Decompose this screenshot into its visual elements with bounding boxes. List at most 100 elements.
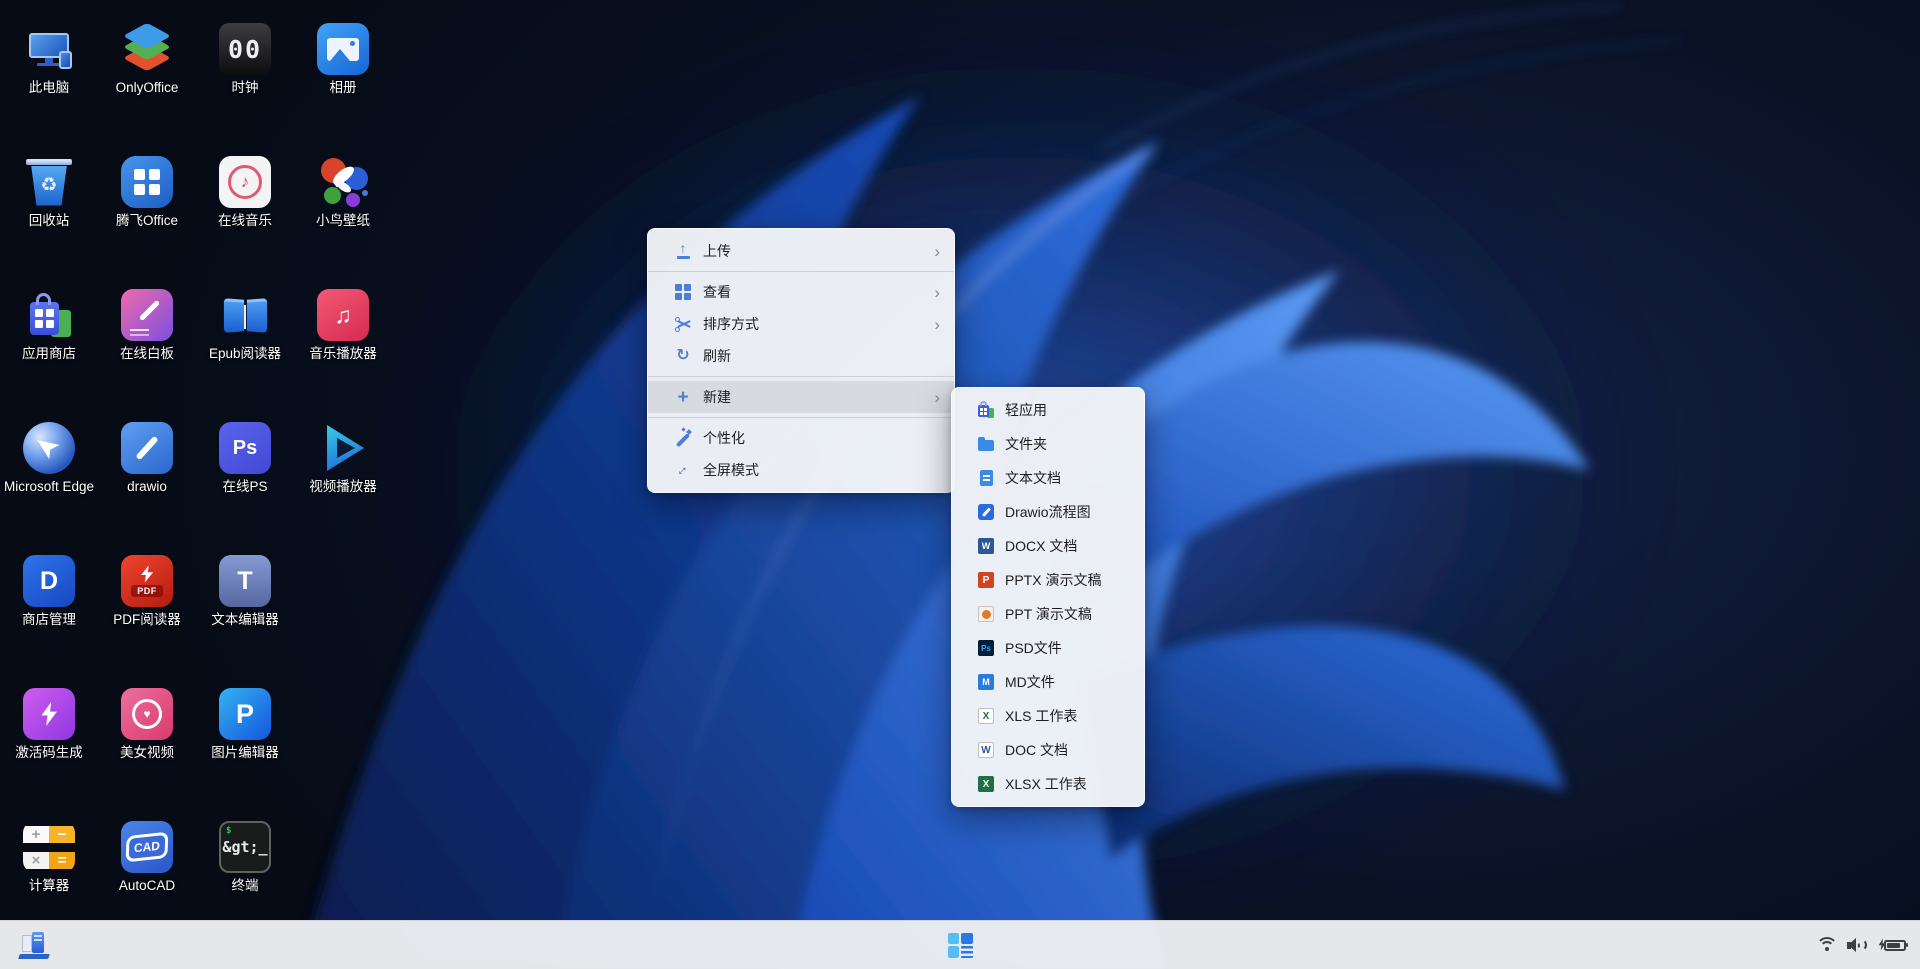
activation-code-gen-icon [23,688,75,740]
menu-item-sort-by[interactable]: 排序方式› [648,308,954,340]
chevron-right-icon: › [934,284,944,301]
menu-item-new[interactable]: +新建› [648,381,954,413]
desktop-icon-text-editor[interactable]: T文本编辑器 [197,555,293,628]
desktop-icon-label: 商店管理 [22,612,76,628]
chevron-right-icon: › [934,389,944,406]
desktop-icon-label: 回收站 [29,213,70,229]
wifi-icon[interactable] [1816,930,1838,960]
desktop-icon-microsoft-edge[interactable]: Microsoft Edge [1,422,97,495]
desktop-icon-epub-reader[interactable]: Epub阅读器 [197,289,293,362]
menu-item-upload[interactable]: ↑上传› [648,235,954,267]
submenu-item-xlsx-sheet[interactable]: XXLSX 工作表 [952,767,1144,801]
page-icon [976,469,996,487]
desktop-icon-music-player[interactable]: ♫音乐播放器 [295,289,391,362]
desktop-icon-activation-code-gen[interactable]: 激活码生成 [1,688,97,761]
submenu-item-label: PPT 演示文稿 [1005,604,1092,624]
grid-icon [673,284,693,300]
submenu-item-folder[interactable]: 文件夹 [952,427,1144,461]
desktop-icon-clock[interactable]: 00 时钟 [197,23,293,96]
submenu-item-xls-sheet[interactable]: XXLS 工作表 [952,699,1144,733]
desktop-icon-label: 应用商店 [22,346,76,362]
desktop-screen: 此电脑 OnlyOffice 00 时钟 相册 ♻回收站腾飞Office ♪ 在线音乐 小鸟壁纸… [0,0,1920,969]
submenu-item-md-file[interactable]: MMD文件 [952,665,1144,699]
desktop-icon-autocad[interactable]: CADAutoCAD [99,821,195,894]
start-button[interactable] [12,925,56,965]
menu-item-label: 上传 [703,241,934,261]
desktop-icon-onlyoffice[interactable]: OnlyOffice [99,23,195,96]
album-icon [317,23,369,75]
image-editor-icon: P [219,688,271,740]
submenu-item-doc-document[interactable]: WDOC 文档 [952,733,1144,767]
clock-icon: 00 [219,23,271,75]
submenu-item-drawio-flowchart[interactable]: Drawio流程图 [952,495,1144,529]
submenu-item-label: 文本文档 [1005,468,1061,488]
launcher-button[interactable] [938,925,982,965]
submenu-item-label: 文件夹 [1005,434,1047,454]
desktop-icon-label: drawio [127,479,167,495]
desktop-icon-drawio[interactable]: drawio [99,422,195,495]
wand-icon [673,430,693,446]
desktop-icon-bird-wallpaper[interactable]: 小鸟壁纸 [295,156,391,229]
desktop-icon-label: 在线音乐 [218,213,272,229]
desktop-icon-label: 此电脑 [29,80,70,96]
folder-icon [976,435,996,453]
launcher-grid-icon [948,933,973,958]
refresh-icon: ↻ [673,348,693,364]
online-music-icon: ♪ [219,156,271,208]
menu-item-view[interactable]: 查看› [648,276,954,308]
desktop-icon-label: 在线PS [222,479,267,495]
online-ps-icon: Ps [219,422,271,474]
desktop-icon-album[interactable]: 相册 [295,23,391,96]
submenu-item-docx-document[interactable]: WDOCX 文档 [952,529,1144,563]
desktop-icon-online-whiteboard[interactable]: 在线白板 [99,289,195,362]
md-icon: M [976,673,996,691]
desktop-icon-app-store[interactable]: 应用商店 [1,289,97,362]
autocad-icon: CAD [121,821,173,873]
volume-icon[interactable] [1847,930,1869,960]
menu-item-label: 刷新 [703,346,944,366]
desktop-icon-label: 终端 [232,878,259,894]
desktop-icon-video-player[interactable]: 视频播放器 [295,422,391,495]
desktop-icon-calculator[interactable]: +−×=计算器 [1,821,97,894]
desktop-icon-label: 美女视频 [120,745,174,761]
desktop-icon-image-editor[interactable]: P图片编辑器 [197,688,293,761]
menu-item-personalize[interactable]: 个性化 [648,422,954,454]
submenu-item-psd-file[interactable]: PsPSD文件 [952,631,1144,665]
this-pc-icon [23,23,75,75]
bird-wallpaper-icon [317,156,369,208]
submenu-item-label: XLSX 工作表 [1005,774,1087,794]
submenu-item-ppt-presentation[interactable]: PPT 演示文稿 [952,597,1144,631]
menu-separator [648,417,954,418]
desktop-icon-online-ps[interactable]: Ps 在线PS [197,422,293,495]
desktop-icon-label: 腾飞Office [116,213,178,229]
desktop-icon-label: Epub阅读器 [209,346,281,362]
desktop-icon-recycle-bin[interactable]: ♻回收站 [1,156,97,229]
scissors-icon [673,317,693,332]
app-store-icon [23,289,75,341]
microsoft-edge-icon [23,422,75,474]
menu-item-fullscreen-mode[interactable]: ↕全屏模式 [648,454,954,486]
desktop-icon-label: 时钟 [232,80,259,96]
start-pc-tower-icon [18,932,50,959]
desktop-icon-online-music[interactable]: ♪ 在线音乐 [197,156,293,229]
desktop-icon-tengfei-office[interactable]: 腾飞Office [99,156,195,229]
submenu-item-light-app[interactable]: 轻应用 [952,393,1144,427]
desktop-icon-beauty-video[interactable]: ♥ 美女视频 [99,688,195,761]
desktop-icon-this-pc[interactable]: 此电脑 [1,23,97,96]
desktop-icon-store-manager[interactable]: D商店管理 [1,555,97,628]
chevron-right-icon: › [934,316,944,333]
submenu-item-text-document[interactable]: 文本文档 [952,461,1144,495]
submenu-item-pptx-presentation[interactable]: PPPTX 演示文稿 [952,563,1144,597]
system-tray [1816,921,1906,969]
menu-item-refresh[interactable]: ↻ 刷新 [648,340,954,372]
desktop-icon-label: Microsoft Edge [4,479,94,495]
battery-charging-icon[interactable] [1878,930,1906,960]
submenu-item-label: DOCX 文档 [1005,536,1077,556]
psd-icon: Ps [976,639,996,657]
pptx-icon: P [976,571,996,589]
desktop-icon-pdf-reader[interactable]: PDFPDF阅读器 [99,555,195,628]
beauty-video-icon: ♥ [121,688,173,740]
desktop-icon-terminal[interactable]: $&gt;_终端 [197,821,293,894]
desktop-icon-label: 音乐播放器 [309,346,377,362]
pptold-icon [976,605,996,623]
